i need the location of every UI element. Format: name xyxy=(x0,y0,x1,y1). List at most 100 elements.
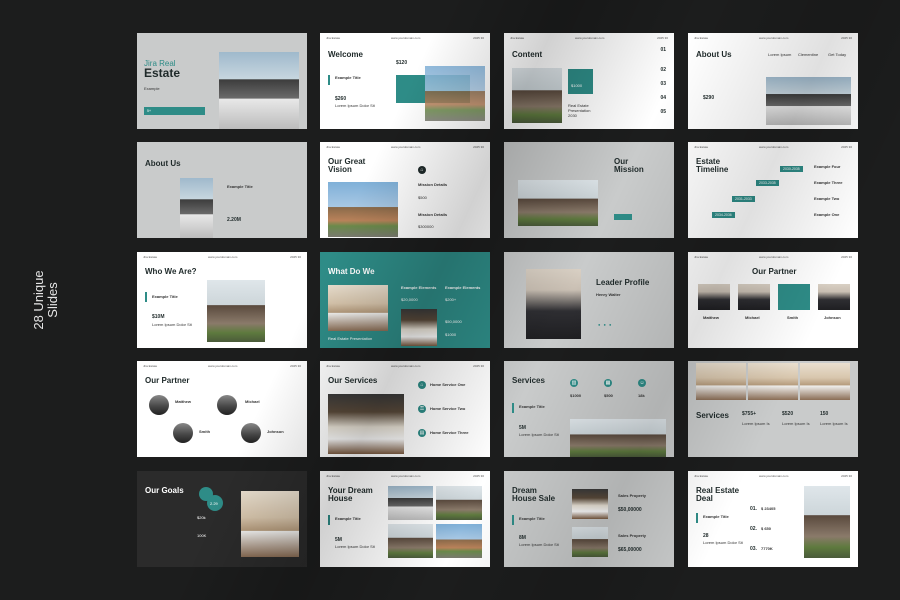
content-n5: 05 xyxy=(660,109,666,115)
accent-bar xyxy=(512,403,514,413)
deal-n3: 03. xyxy=(750,546,757,552)
slide-header: Jira Estate www.yourdomain.com 2025 30 xyxy=(694,255,852,259)
who-title: Who We Are? xyxy=(145,267,197,276)
partner1-photo-1 xyxy=(698,284,730,310)
who-value: $10M xyxy=(152,314,165,320)
mission-button[interactable] xyxy=(614,214,632,220)
dream-sub: Example Title xyxy=(335,516,361,521)
content-n3: 03 xyxy=(660,81,666,87)
partner1-photo-4 xyxy=(818,284,850,310)
cover-house-photo xyxy=(219,52,299,129)
services2-sub: Example Title xyxy=(519,404,545,409)
about2-value: 2.20M xyxy=(227,217,241,223)
sale-photo-1 xyxy=(572,489,608,519)
about2-building-photo xyxy=(180,178,213,238)
home-icon: ⌂ xyxy=(418,381,426,389)
services2-v4: 5M xyxy=(519,425,526,431)
slide-about-us-1[interactable]: Jira Estate www.yourdomain.com 2025 30 Abo… xyxy=(688,33,858,129)
content-value: $1000 xyxy=(571,83,583,88)
slide-content[interactable]: Jira Estate www.yourdomain.com 2025 30 Con… xyxy=(504,33,674,129)
dream-photo-4 xyxy=(436,524,482,558)
slide-real-estate-deal[interactable]: Jira Estate www.yourdomain.com 2025 30 Rea… xyxy=(688,471,858,567)
partner1-name-1: Matthew xyxy=(703,315,719,320)
timeline-e1: Example Four xyxy=(814,164,841,169)
document-icon: ▤ xyxy=(418,429,426,437)
deal-n1: 01. xyxy=(750,506,757,512)
accent-bar xyxy=(328,515,330,525)
deal-sub: Example Title xyxy=(703,514,729,519)
sale-sub: Example Title xyxy=(519,516,545,521)
cover-title-line2: Estate xyxy=(144,66,181,80)
slide-dream-house-sale[interactable]: Dream House Sale Example Title 8M Lorem … xyxy=(504,471,674,567)
welcome-sub: Example Title xyxy=(335,75,361,80)
partner1-name-4: Johnson xyxy=(824,315,841,320)
sale-line: Lorem Ipsum Dolor Sit xyxy=(519,542,559,547)
dream-line: Lorem Ipsum Dolor Sit xyxy=(335,544,375,549)
slide-vision[interactable]: Jira Estate www.yourdomain.com 2025 30 Our… xyxy=(320,142,490,238)
sale-v2: $65,00000 xyxy=(618,547,642,553)
leader-photo xyxy=(526,269,581,339)
social-icons[interactable]: ● ● ● xyxy=(598,322,612,327)
services2-title: Services xyxy=(512,376,545,385)
timeline-tag-3: 2031-2033 xyxy=(732,196,755,202)
slide-our-goals[interactable]: Our Goals 2.29 $20k 100K xyxy=(137,471,307,567)
slide-mission[interactable]: Our Mission xyxy=(504,142,674,238)
what-room-photo xyxy=(328,285,388,331)
partner2-name-3: Smith xyxy=(199,429,211,434)
sale-p1: Sales Property xyxy=(618,493,647,498)
slide-header: Jira Estate www.yourdomain.com 2025 30 xyxy=(694,36,852,40)
key-icon: ⚿ xyxy=(418,405,426,413)
deal-house-photo xyxy=(804,486,850,558)
slide-timeline[interactable]: Jira Estate www.yourdomain.com 2025 30 Est… xyxy=(688,142,858,238)
slide-estate-cover[interactable]: Jira Real Estate Example 5+ xyxy=(137,33,307,129)
about1-value: $290 xyxy=(703,95,715,101)
slide-what-we-do[interactable]: What Do We Example Elements Example Elem… xyxy=(320,252,490,348)
timeline-e4: Example One xyxy=(814,212,840,217)
services3-v1: $755+ xyxy=(742,411,757,417)
slide-our-partner-1[interactable]: Jira Estate www.yourdomain.com 2025 30 Our… xyxy=(688,252,858,348)
slide-services-3[interactable]: Services $755+ $520 150 Lorem Ipsum Is L… xyxy=(688,361,858,457)
partner2-title: Our Partner xyxy=(145,376,190,385)
timeline-e3: Example Two xyxy=(814,196,840,201)
side-label-line2: Slides xyxy=(45,282,60,318)
accent-bar xyxy=(696,513,698,523)
what-bed-photo xyxy=(401,309,437,346)
slide-our-partner-2[interactable]: Jira Estate www.yourdomain.com 2025 30 Our… xyxy=(137,361,307,457)
sale-title-2: House Sale xyxy=(512,494,556,503)
slide-header: Jira Estate www.yourdomain.com 2025 30 xyxy=(326,36,484,40)
slide-services-2[interactable]: Services ▥ ▦ ☺ $1000 $500 18k Example Ti… xyxy=(504,361,674,457)
slide-header: Jira Estate www.yourdomain.com 2025 30 xyxy=(326,364,484,368)
deal-a2: $ 650 xyxy=(761,526,772,531)
slide-dream-house[interactable]: Jira Estate www.yourdomain.com 2025 30 You… xyxy=(320,471,490,567)
sale-p2: Sales Property xyxy=(618,533,647,538)
sale-v1: $50,00000 xyxy=(618,507,642,513)
what-v1: $20,0000 xyxy=(401,297,418,302)
vision-title-2: Vision xyxy=(328,165,352,174)
dream-title-2: House xyxy=(328,494,353,503)
about1-c1: Lorem Ipsum xyxy=(768,52,792,57)
partner1-title: Our Partner xyxy=(752,267,797,276)
welcome-v3: Lorem Ipsum Dolor Sit xyxy=(335,103,375,108)
about2-sub: Example Title xyxy=(227,184,253,189)
services2-v3: 18k xyxy=(638,393,645,398)
what-title: What Do We xyxy=(328,267,375,276)
goals-title: Our Goals xyxy=(145,486,184,495)
content-n2: 02 xyxy=(660,67,666,73)
slide-header: Jira Estate www.yourdomain.com 2025 30 xyxy=(143,255,301,259)
deal-n2: 02. xyxy=(750,526,757,532)
partner1-name-3: Smith xyxy=(787,315,799,320)
welcome-v2: $260 xyxy=(335,96,347,102)
slide-who-we-are[interactable]: Jira Estate www.yourdomain.com 2025 30 Who… xyxy=(137,252,307,348)
deal-a3: 7770K xyxy=(761,546,773,551)
about2-title: About Us xyxy=(145,159,181,168)
about1-c2: Clementine xyxy=(798,52,819,57)
slide-our-services[interactable]: Jira Estate www.yourdomain.com 2025 30 Our… xyxy=(320,361,490,457)
partner1-photo-2 xyxy=(738,284,770,310)
partner2-name-4: Johnson xyxy=(267,429,284,434)
slide-about-us-2[interactable]: About Us Example Title 2.20M xyxy=(137,142,307,238)
partner2-avatar-2 xyxy=(217,395,237,415)
timeline-title-2: Timeline xyxy=(696,165,729,174)
slide-welcome[interactable]: Jira Estate www.yourdomain.com 2025 30 Wel… xyxy=(320,33,490,129)
dream-value: 5M xyxy=(335,537,342,543)
slide-leader-profile[interactable]: Leader Profile Henry Walter ● ● ● xyxy=(504,252,674,348)
